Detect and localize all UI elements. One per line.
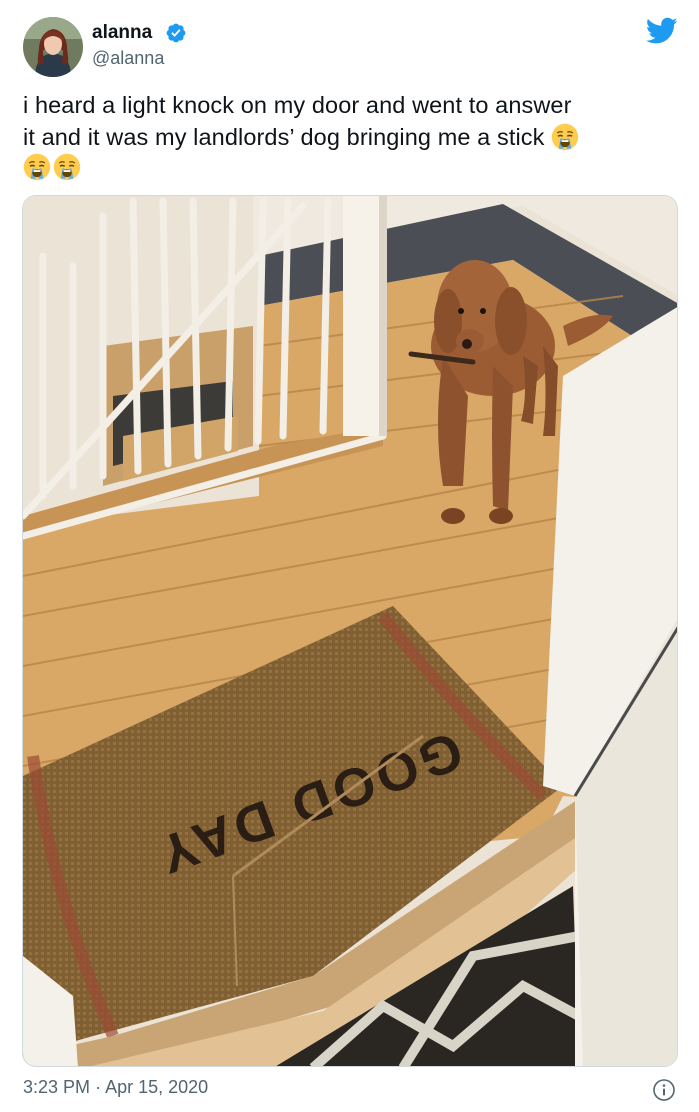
tweet-date: Apr 15, 2020 (105, 1077, 209, 1097)
tweet-photo[interactable]: GOOD DAY (22, 195, 678, 1067)
photo-dog-with-stick: GOOD DAY (23, 196, 677, 1066)
loudly-crying-face-icon (551, 123, 579, 151)
avatar-image (23, 17, 83, 77)
timestamp[interactable]: 3:23 PM · Apr 15, 2020 (23, 1077, 208, 1098)
info-icon[interactable] (652, 1078, 676, 1102)
tweet-time: 3:23 PM (23, 1077, 91, 1097)
loudly-crying-face-icon (23, 153, 51, 181)
verified-badge-icon (166, 23, 186, 43)
tweet-text-line-2: it and it was my landlords’ dog bringing… (23, 121, 683, 153)
loudly-crying-face-icon (53, 153, 81, 181)
tweet-text: i heard a light knock on my door and wen… (23, 89, 683, 153)
avatar[interactable] (23, 17, 83, 77)
tweet-text-line-1: i heard a light knock on my door and wen… (23, 92, 572, 118)
tweet-text-line-2-text: it and it was my landlords’ dog bringing… (23, 124, 545, 150)
handle[interactable]: @alanna (92, 48, 164, 69)
tweet-card: alanna @alanna i heard a light knock on … (0, 0, 699, 1112)
timestamp-separator: · (95, 1077, 102, 1097)
display-name[interactable]: alanna (92, 22, 152, 44)
twitter-bird-icon[interactable] (646, 17, 678, 45)
emoji-row (23, 153, 83, 185)
